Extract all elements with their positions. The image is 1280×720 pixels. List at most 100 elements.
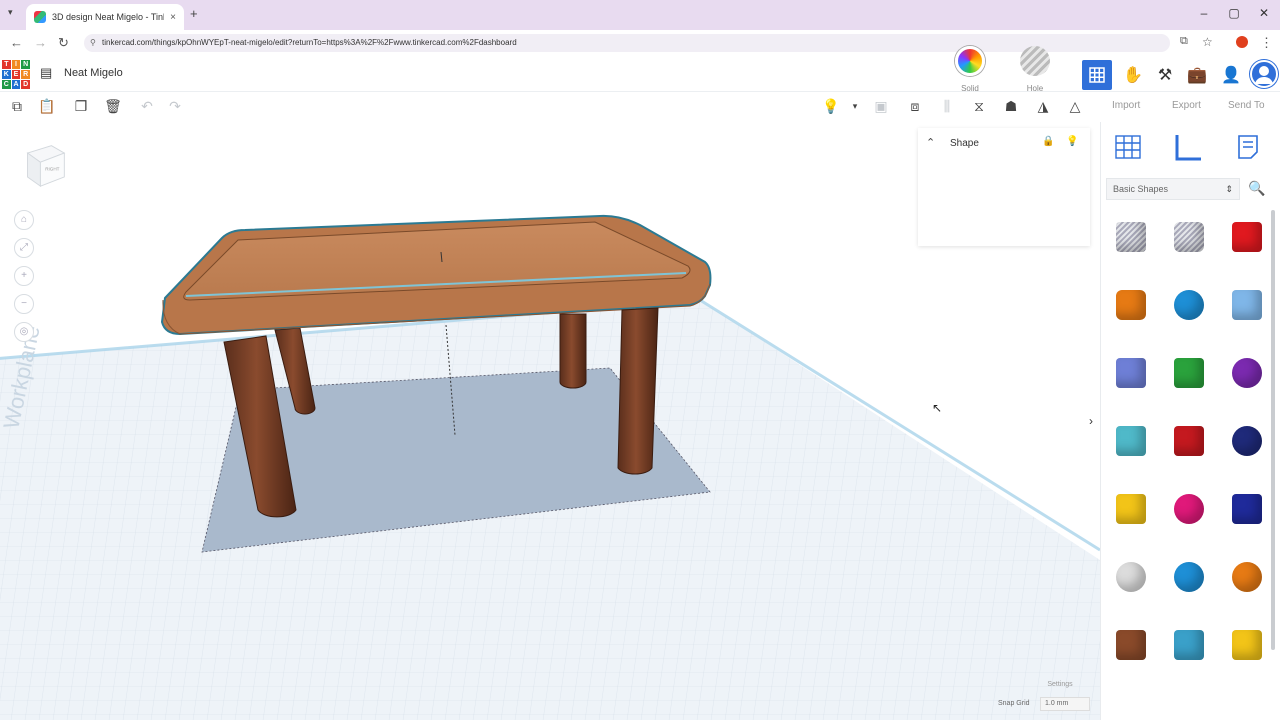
back-icon[interactable]: ← — [10, 35, 23, 50]
ruler-icon[interactable]: △ — [1066, 98, 1084, 115]
cone-shape[interactable] — [1220, 344, 1274, 408]
paraboloid-shape[interactable] — [1104, 548, 1158, 612]
light-bulb-icon[interactable]: 💡 — [1066, 136, 1078, 147]
dropdown-arrows-icon: ⇕ — [1225, 184, 1233, 194]
tube-icon — [1232, 562, 1262, 592]
browser-menu-icon[interactable]: ⋮ — [1260, 35, 1273, 51]
avatar[interactable] — [1250, 60, 1278, 88]
notes-tool-icon[interactable] — [1233, 132, 1263, 162]
sphere-shape[interactable] — [1162, 276, 1216, 340]
browser-tab-title: 3D design Neat Migelo - Tinke — [52, 12, 165, 22]
half-sphere-shape[interactable] — [1162, 480, 1216, 544]
torus-shape[interactable] — [1162, 548, 1216, 612]
reload-icon[interactable]: ↻ — [58, 35, 69, 51]
perspective-icon: ◎ — [19, 326, 29, 337]
copy-icon[interactable]: ⧉ — [8, 98, 26, 115]
align-icon[interactable]: ⫼ — [938, 98, 956, 115]
blocks-button[interactable]: ✋ — [1118, 60, 1148, 90]
group-icon[interactable]: ▣ — [872, 98, 890, 115]
half-sphere-hole-shape[interactable] — [1220, 412, 1274, 476]
forward-icon[interactable]: → — [34, 35, 47, 50]
sidebar-scrollbar[interactable] — [1271, 210, 1275, 650]
collapse-sidebar-icon[interactable]: › — [1089, 414, 1093, 428]
pyramid-shape[interactable] — [1104, 480, 1158, 544]
perspective-button[interactable]: ◎ — [14, 322, 34, 342]
close-window-icon[interactable]: ✕ — [1256, 6, 1272, 20]
fit-view-button[interactable]: ⤢ — [14, 238, 34, 258]
collapse-panel-icon[interactable]: ⌃ — [926, 136, 935, 149]
mirror-icon[interactable]: ⧖ — [970, 98, 988, 115]
close-tab-icon[interactable]: × — [170, 12, 176, 23]
maximize-icon[interactable]: ▢ — [1226, 6, 1242, 20]
workplane-icon[interactable]: ◮ — [1034, 98, 1052, 115]
site-info-icon[interactable]: ⚲ — [90, 34, 96, 52]
home-view-button[interactable]: ⌂ — [14, 210, 34, 230]
snap-grid-select[interactable]: 1.0 mm — [1040, 697, 1090, 711]
shape-category-select[interactable]: Basic Shapes ⇕ — [1106, 178, 1240, 200]
solid-color-button[interactable] — [955, 46, 985, 76]
send-to-button[interactable]: Send To — [1228, 100, 1265, 111]
paste-icon[interactable]: 📋 — [38, 98, 56, 115]
box-shape[interactable] — [1220, 208, 1274, 272]
workplane-tool-icon[interactable] — [1113, 132, 1143, 162]
hole-button[interactable] — [1020, 46, 1050, 76]
3d-view-button[interactable] — [1082, 60, 1112, 90]
tinkercad-logo[interactable]: TIN KER CAD — [2, 60, 30, 89]
bookmark-star-icon[interactable]: ☆ — [1202, 35, 1213, 49]
cylinder-hole-shape[interactable] — [1162, 208, 1216, 272]
undo-icon[interactable]: ↶ — [138, 98, 156, 115]
box-hole-shape[interactable] — [1104, 208, 1158, 272]
roof-icon — [1174, 358, 1204, 388]
roof-shape[interactable] — [1162, 344, 1216, 408]
light-bulb-icon[interactable]: 💡 — [822, 98, 840, 115]
cruise-icon[interactable]: ☗ — [1002, 98, 1020, 115]
cylinder-shape[interactable] — [1104, 276, 1158, 340]
minimize-icon[interactable]: – — [1196, 6, 1212, 20]
ruler-tool-icon[interactable] — [1173, 132, 1203, 162]
duplicate-icon[interactable]: ❐ — [72, 98, 90, 115]
scribble-shape[interactable] — [1220, 276, 1274, 340]
star-shape[interactable] — [1162, 616, 1216, 680]
tube-shape[interactable] — [1220, 548, 1274, 612]
browser-tab[interactable]: 3D design Neat Migelo - Tinke × — [26, 4, 184, 30]
design-name[interactable]: Neat Migelo — [64, 67, 123, 79]
fit-all-icon: ⤢ — [20, 242, 28, 253]
delete-icon[interactable]: 🗑 — [104, 98, 122, 115]
heart-icon — [1116, 630, 1146, 660]
export-button[interactable]: Export — [1172, 100, 1201, 111]
zoom-in-button[interactable]: + — [14, 266, 34, 286]
settings-button[interactable]: Settings — [1040, 678, 1080, 691]
build-button[interactable]: ⚒ — [1150, 60, 1180, 90]
address-bar: ← → ↻ ⚲ tinkercad.com/things/kpOhnWYEpT-… — [0, 30, 1280, 56]
lock-icon[interactable]: 🔒 — [1042, 136, 1054, 147]
briefcase-icon: 💼 — [1187, 67, 1207, 84]
icosahedron-shape[interactable] — [1220, 616, 1274, 680]
new-tab-button[interactable]: + — [190, 6, 198, 21]
text-shape[interactable] — [1162, 412, 1216, 476]
tab-search-icon[interactable]: ▾ — [8, 7, 13, 18]
view-cube[interactable]: RIGHT — [22, 142, 68, 188]
icosahedron-icon — [1232, 630, 1262, 660]
star-icon — [1174, 630, 1204, 660]
heart-shape[interactable] — [1104, 616, 1158, 680]
design-menu-icon[interactable]: ▤ — [40, 65, 52, 81]
light-dropdown-icon[interactable]: ▾ — [846, 101, 864, 112]
import-button[interactable]: Import — [1112, 100, 1140, 111]
redo-icon[interactable]: ↷ — [166, 98, 184, 115]
extension-icon[interactable] — [1236, 36, 1248, 48]
round-roof-icon — [1116, 426, 1146, 456]
url-field[interactable]: ⚲ tinkercad.com/things/kpOhnWYEpT-neat-m… — [84, 34, 1170, 52]
ungroup-icon[interactable]: ⧈ — [906, 98, 924, 115]
round-roof-shape[interactable] — [1104, 412, 1158, 476]
cone-icon — [1232, 358, 1262, 388]
search-icon[interactable]: 🔍 — [1248, 180, 1265, 197]
shape-inspector-panel: ⌃ Shape 🔒 💡 — [918, 128, 1090, 246]
lessons-button[interactable]: 💼 — [1182, 60, 1212, 90]
polygon-shape[interactable] — [1220, 480, 1274, 544]
view-cube-face: RIGHT — [45, 167, 59, 172]
share-button[interactable]: 👤 — [1216, 60, 1246, 90]
shape-generator-shape[interactable] — [1104, 344, 1158, 408]
install-icon[interactable]: ⧉ — [1180, 35, 1188, 48]
add-user-icon: 👤 — [1221, 67, 1241, 84]
zoom-out-button[interactable]: − — [14, 294, 34, 314]
